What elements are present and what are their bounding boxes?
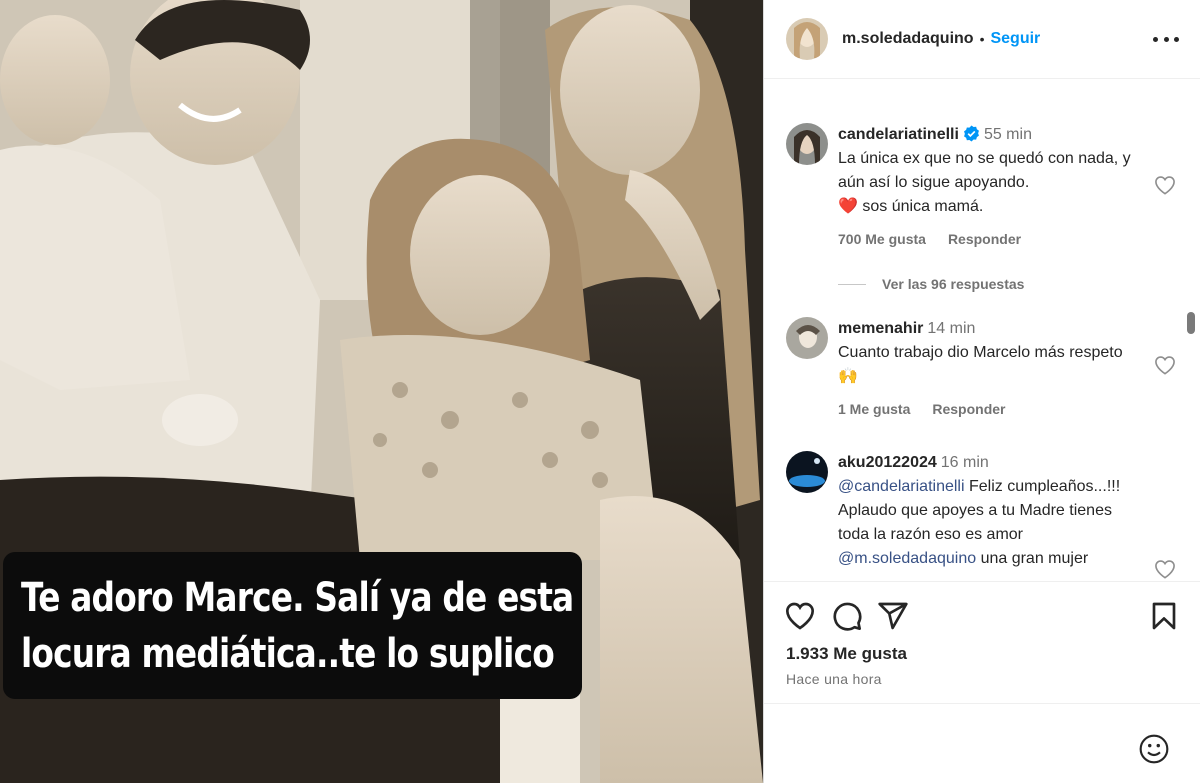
add-comment-bar xyxy=(764,703,1200,783)
comment-likes[interactable]: 700 Me gusta xyxy=(838,231,926,247)
comment-body: aku20122024 16 min @candelariatinelli Fel… xyxy=(838,451,1136,571)
owner-avatar[interactable] xyxy=(786,18,828,60)
comment-username[interactable]: candelariatinelli xyxy=(838,126,959,143)
header-separator: • xyxy=(979,31,985,47)
comment-body: memenahir 14 min Cuanto trabajo dio Marce… xyxy=(838,317,1136,417)
posted-time[interactable]: Hace una hora xyxy=(786,671,882,687)
comments-scrollbar-thumb[interactable] xyxy=(1187,312,1195,334)
mention-link[interactable]: @candelariatinelli xyxy=(838,478,965,495)
post-header: m.soledadaquino • Seguir xyxy=(764,0,1200,79)
comment-username[interactable]: aku20122024 xyxy=(838,454,937,471)
commenter-avatar[interactable] xyxy=(786,123,828,165)
post-photo[interactable]: Te adoro Marce. Salí ya de esta locura m… xyxy=(0,0,763,783)
comment-text-tail: sos única mamá. xyxy=(862,198,984,215)
post-side-panel: m.soledadaquino • Seguir candelariatinel… xyxy=(763,0,1200,783)
comment-text: @candelariatinelli Feliz cumpleaños...!!… xyxy=(838,475,1136,571)
bookmark-icon[interactable] xyxy=(1148,600,1180,632)
likes-count[interactable]: 1.933 Me gusta xyxy=(786,644,907,664)
comment-text-tail: una gran mujer xyxy=(980,550,1089,567)
comment-like-heart-icon[interactable] xyxy=(1154,355,1176,375)
reply-button[interactable]: Responder xyxy=(948,231,1021,247)
caption-line-2: locura mediática..te lo suplico xyxy=(21,630,555,677)
comment-time: 16 min xyxy=(940,454,989,471)
emoji-icon[interactable] xyxy=(1138,733,1170,765)
more-horizontal-icon[interactable] xyxy=(1153,28,1179,50)
comment-icon[interactable] xyxy=(831,600,863,632)
comment-body: candelariatinelli 55 min La única ex que … xyxy=(838,123,1136,247)
mention-link[interactable]: @m.soledadaquino xyxy=(838,550,976,567)
comment-username[interactable]: memenahir xyxy=(838,320,923,337)
comment-like-heart-icon[interactable] xyxy=(1154,559,1176,579)
raising-hands-emoji: 🙌 xyxy=(838,368,858,385)
comments-list[interactable]: candelariatinelli 55 min La única ex que … xyxy=(764,80,1200,581)
reply-button[interactable]: Responder xyxy=(932,401,1005,417)
commenter-avatar[interactable] xyxy=(786,317,828,359)
view-replies-label: Ver las 96 respuestas xyxy=(882,276,1025,292)
comment-like-heart-icon[interactable] xyxy=(1154,175,1176,195)
owner-username[interactable]: m.soledadaquino xyxy=(842,30,974,48)
comment-likes[interactable]: 1 Me gusta xyxy=(838,401,910,417)
follow-button[interactable]: Seguir xyxy=(990,30,1040,48)
red-heart-emoji: ❤️ xyxy=(838,198,858,215)
replies-divider xyxy=(838,283,866,285)
instagram-post-view: Te adoro Marce. Salí ya de esta locura m… xyxy=(0,0,1200,783)
share-icon[interactable] xyxy=(877,600,909,632)
post-actions: 1.933 Me gusta Hace una hora xyxy=(764,581,1200,703)
story-caption: Te adoro Marce. Salí ya de esta locura m… xyxy=(3,552,582,699)
verified-badge-icon xyxy=(963,125,979,142)
comment-text: La única ex que no se quedó con nada, y … xyxy=(838,147,1136,219)
commenter-avatar[interactable] xyxy=(786,451,828,493)
heart-icon[interactable] xyxy=(784,600,816,632)
comment-time: 14 min xyxy=(927,320,976,337)
view-replies-button[interactable]: Ver las 96 respuestas xyxy=(838,276,1024,292)
comment-text: Cuanto trabajo dio Marcelo más respeto 🙌 xyxy=(838,341,1136,389)
caption-line-1: Te adoro Marce. Salí ya de esta xyxy=(21,574,574,621)
comment-time: 55 min xyxy=(983,126,1032,143)
comment-text-main: La única ex que no se quedó con nada, y … xyxy=(838,150,1131,191)
comment-text-main: Cuanto trabajo dio Marcelo más respeto xyxy=(838,344,1123,361)
